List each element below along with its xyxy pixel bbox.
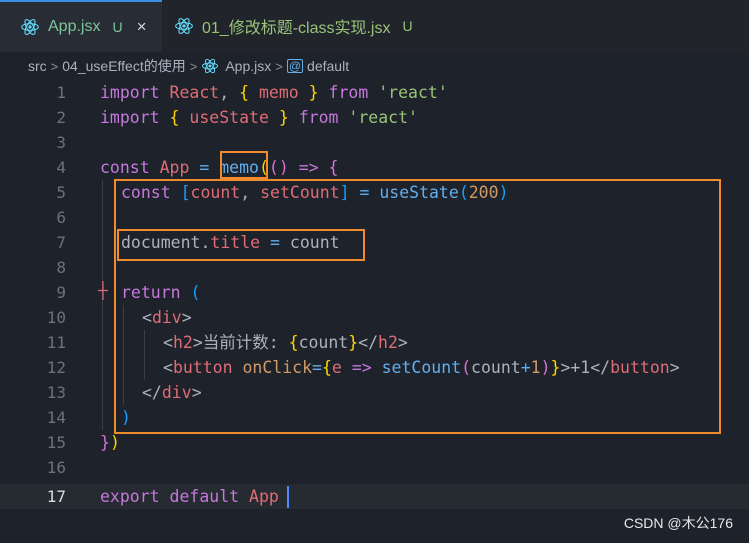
breadcrumb: src > 04_useEffect的使用 > App.jsx > @ defa…	[0, 52, 749, 80]
line-number: 3	[56, 133, 66, 152]
symbol-variable-icon: @	[286, 59, 304, 73]
code-line: 16	[0, 455, 749, 480]
code-text: <button onClick={e => setCount(count+1)}…	[163, 358, 680, 377]
code-line: 11 <h2>当前计数: {count}</h2>	[0, 330, 749, 355]
code-line: 6	[0, 205, 749, 230]
chevron-right-icon: >	[275, 58, 283, 74]
code-text: const App = memo(() => {	[100, 158, 339, 177]
line-number: 17	[46, 487, 66, 506]
modified-badge: U	[112, 19, 123, 35]
breadcrumb-folder[interactable]: 04_useEffect的使用	[62, 56, 185, 76]
line-number: 1	[56, 83, 66, 102]
code-text: document.title = count	[121, 233, 340, 252]
code-line: 13 </div>	[0, 380, 749, 405]
code-text: <h2>当前计数: {count}</h2>	[163, 333, 408, 352]
code-line: 4 const App = memo(() => {	[0, 155, 749, 180]
line-number: 11	[46, 333, 66, 352]
code-text: import React, { memo } from 'react'	[100, 83, 448, 102]
code-text: )	[121, 408, 131, 427]
line-number: 15	[46, 433, 66, 452]
code-line: 5 const [count, setCount] = useState(200…	[0, 180, 749, 205]
code-text: <div>	[142, 308, 192, 327]
line-number: 7	[56, 233, 66, 252]
line-number: 6	[56, 208, 66, 227]
chevron-right-icon: >	[50, 58, 59, 74]
crosshair-pointer-icon: ┼	[98, 281, 108, 300]
line-number: 10	[46, 308, 66, 327]
code-line: 12 <button onClick={e => setCount(count+…	[0, 355, 749, 380]
code-line-current: 17 export default App	[0, 484, 749, 509]
tab-label: App.jsx	[48, 18, 101, 35]
code-editor[interactable]: 1 import React, { memo } from 'react' 2 …	[0, 80, 749, 543]
tab-app-jsx[interactable]: App.jsx U ×	[0, 0, 162, 52]
code-line: 7 document.title = count	[0, 230, 749, 255]
code-text: return (	[121, 283, 201, 302]
line-number: 13	[46, 383, 66, 402]
react-icon	[21, 19, 39, 35]
code-text: const [count, setCount] = useState(200)	[121, 183, 509, 202]
breadcrumb-file[interactable]: App.jsx	[225, 58, 271, 74]
text-cursor	[287, 486, 289, 508]
code-text: import { useState } from 'react'	[100, 108, 418, 127]
code-text: })	[100, 433, 120, 452]
modified-badge: U	[402, 18, 413, 34]
code-line: 8	[0, 255, 749, 280]
watermark: CSDN @木公176	[623, 515, 733, 531]
line-number: 9	[56, 283, 66, 302]
react-icon	[202, 58, 219, 74]
code-line: 15 })	[0, 430, 749, 455]
code-line: 14 )	[0, 405, 749, 430]
line-number: 12	[46, 358, 66, 377]
line-number: 14	[46, 408, 66, 427]
chevron-right-icon: >	[189, 58, 198, 74]
react-icon	[175, 18, 193, 34]
code-line: 3	[0, 130, 749, 155]
tab-class-impl[interactable]: 01_修改标题-class实现.jsx U	[162, 0, 422, 52]
line-number: 4	[56, 158, 66, 177]
tab-bar: App.jsx U × 01_修改标题-class实现.jsx U	[0, 0, 749, 52]
breadcrumb-symbol[interactable]: default	[307, 58, 349, 74]
code-line: 2 import { useState } from 'react'	[0, 105, 749, 130]
line-number: 8	[56, 258, 66, 277]
close-icon[interactable]: ×	[137, 17, 147, 37]
line-number: 5	[56, 183, 66, 202]
code-line: 10 <div>	[0, 305, 749, 330]
code-text: export default App	[100, 487, 279, 506]
line-number: 2	[56, 108, 66, 127]
tab-label: 01_修改标题-class实现.jsx	[202, 20, 391, 37]
line-number: 16	[46, 458, 66, 477]
breadcrumb-src[interactable]: src	[28, 58, 47, 74]
code-text: </div>	[142, 383, 202, 402]
code-line: 1 import React, { memo } from 'react'	[0, 80, 749, 105]
